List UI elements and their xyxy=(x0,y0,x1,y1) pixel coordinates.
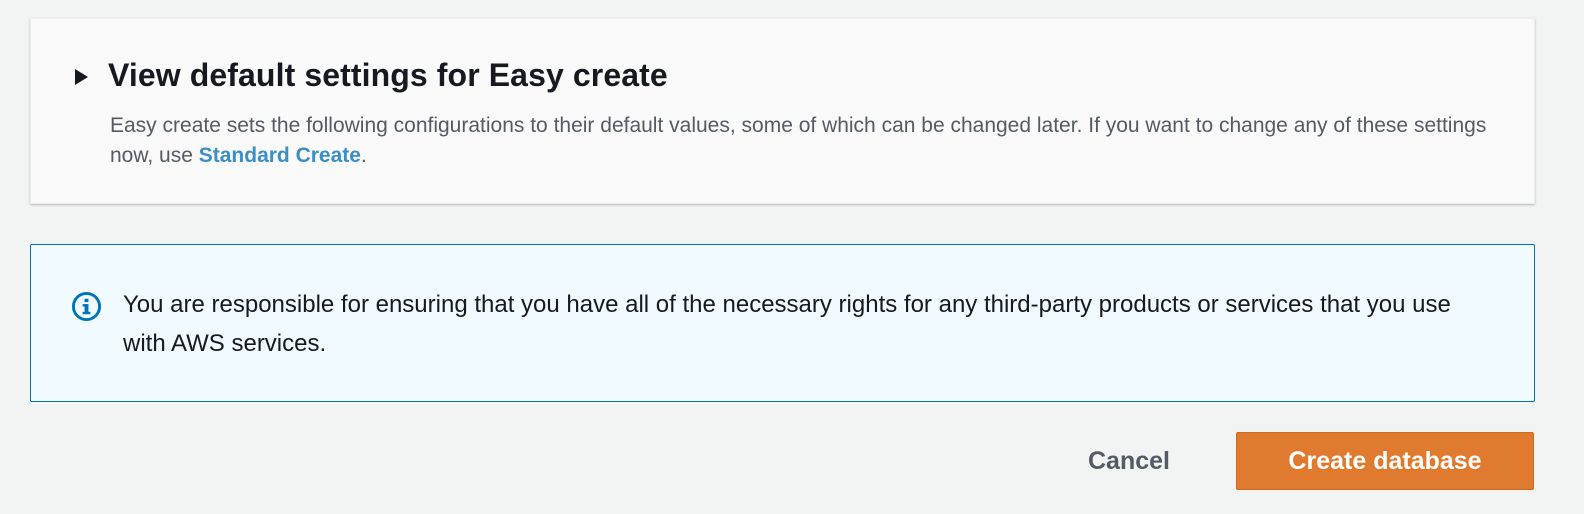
info-alert: You are responsible for ensuring that yo… xyxy=(30,244,1535,402)
panel-description-end: . xyxy=(360,144,367,167)
panel-title: View default settings for Easy create xyxy=(108,57,668,93)
panel-description: Easy create sets the following configura… xyxy=(110,111,1510,171)
cancel-button[interactable]: Cancel xyxy=(1060,432,1198,490)
caret-right-icon[interactable] xyxy=(75,68,88,85)
create-database-button[interactable]: Create database xyxy=(1236,432,1534,490)
standard-create-link[interactable]: Standard Create xyxy=(199,144,361,167)
default-settings-expander[interactable]: View default settings for Easy create xyxy=(75,57,668,94)
info-icon xyxy=(71,291,102,322)
alert-text: You are responsible for ensuring that yo… xyxy=(123,291,1451,357)
default-settings-panel: View default settings for Easy create Ea… xyxy=(30,18,1535,204)
